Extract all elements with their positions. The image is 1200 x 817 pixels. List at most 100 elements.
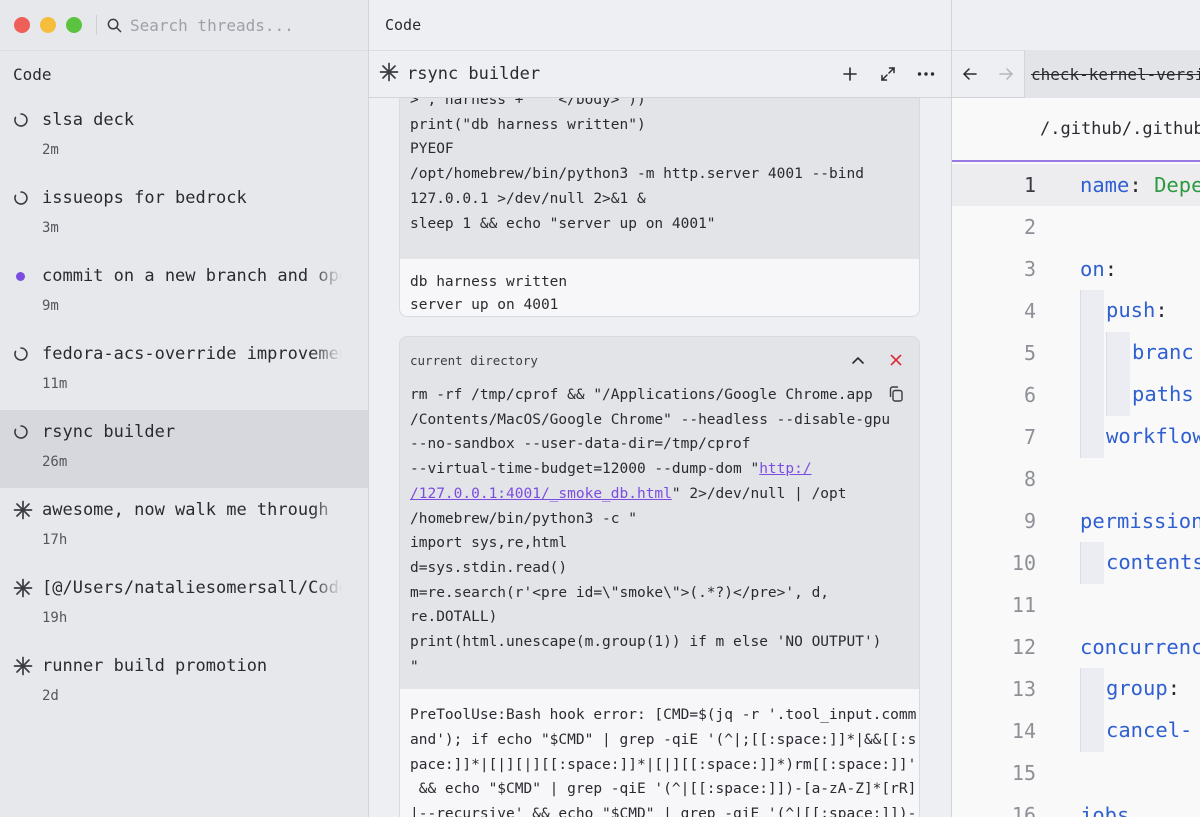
copy-button[interactable]	[887, 385, 907, 405]
editor-line: 14 cancel-	[952, 710, 1200, 752]
collapse-button[interactable]	[839, 345, 877, 375]
editor-line: 10 contents	[952, 542, 1200, 584]
thread-title: [@/Users/nataliesomersall/Code	[42, 578, 342, 598]
sparkle-icon	[13, 577, 35, 599]
editor-line: 6 paths	[952, 374, 1200, 416]
thread-time: 2d	[42, 688, 59, 704]
thread-time: 17h	[42, 532, 68, 548]
code-line: print(html.unescape(m.group(1)) if m els…	[410, 634, 882, 651]
thread-time: 11m	[42, 376, 68, 392]
thread-search[interactable]	[107, 11, 368, 39]
yaml-key: push	[1106, 298, 1156, 322]
file-viewer-topbar	[952, 0, 1200, 50]
yaml-key: on	[1080, 257, 1105, 281]
line-number: 3	[1023, 257, 1036, 281]
code-line: 127.0.0.1 >/dev/null 2>&1 &	[410, 190, 646, 207]
spinner-icon	[13, 109, 35, 131]
line-number: 8	[1023, 467, 1036, 491]
forward-button[interactable]	[988, 59, 1024, 89]
conversation-scroll[interactable]: >', harness + ' </body>')) print("db harn…	[369, 98, 952, 817]
more-options-button[interactable]	[907, 58, 945, 90]
spinner-icon	[13, 187, 35, 209]
yaml-key: cancel-	[1106, 718, 1193, 742]
command-output: db harness written server up on 4001	[400, 259, 919, 316]
thread-time: 2m	[42, 142, 59, 158]
code-line: m=re.search(r'<pre id=\"smoke\">(.*?)</p…	[410, 584, 830, 601]
editor-line: 15	[952, 752, 1200, 794]
sparkle-icon	[13, 655, 35, 677]
code-line: /127.0.0.1:4001/_smoke_db.html" 2>/dev/n…	[410, 482, 909, 507]
cancel-button[interactable]	[877, 345, 915, 375]
close-icon	[890, 354, 902, 366]
tool-call-card-active: current directory rm -rf /tmp/cprof && "…	[399, 336, 920, 817]
thread-item[interactable]: issueops for bedrock 3m	[0, 176, 368, 254]
code-editor[interactable]: 1 name: Depe 2 3 on: 4 push: 5 branc 6 paths …	[952, 164, 1200, 817]
thread-title: commit on a new branch and open	[42, 266, 342, 286]
conversation-panel: Code rsync builder >', harness + ' </bod…	[369, 0, 952, 817]
arrow-left-icon	[963, 68, 977, 80]
sparkle-icon	[13, 499, 35, 521]
line-number: 13	[1011, 677, 1036, 701]
unread-dot-icon	[13, 265, 35, 287]
editor-line: 3 on:	[952, 248, 1200, 290]
editor-line: 9 permission	[952, 500, 1200, 542]
copy-icon	[889, 386, 903, 402]
thread-item[interactable]: commit on a new branch and open 9m	[0, 254, 368, 332]
error-line: && echo "$CMD" | grep -qiE '(^|[[:space:…	[410, 781, 917, 798]
code-line: /opt/homebrew/bin/python3 -m http.server…	[410, 166, 864, 183]
yaml-key: workflow	[1106, 424, 1200, 448]
yaml-key: jobs	[1080, 803, 1130, 817]
zoom-window-button[interactable]	[66, 17, 82, 33]
close-window-button[interactable]	[14, 17, 30, 33]
thread-item[interactable]: slsa deck 2m	[0, 98, 368, 176]
line-number: 16	[1011, 803, 1036, 817]
url-link[interactable]: http:/	[759, 461, 811, 477]
line-number: 11	[1011, 593, 1036, 617]
section-title: Code	[0, 50, 368, 98]
thread-item[interactable]: fedora-acs-override improvements 11m	[0, 332, 368, 410]
expand-icon	[881, 67, 895, 81]
code-line: import sys,re,html	[410, 535, 568, 552]
thread-time: 9m	[42, 298, 59, 314]
spinner-icon	[13, 343, 35, 365]
thread-title: rsync builder	[42, 422, 176, 442]
editor-line: 5 branc	[952, 332, 1200, 374]
expand-button[interactable]	[869, 58, 907, 90]
command-code: >', harness + ' </body>')) print("db harn…	[400, 98, 919, 259]
output-line: db harness written	[410, 274, 568, 290]
yaml-key: paths	[1132, 382, 1194, 406]
thread-item[interactable]: [@/Users/nataliesomersall/Code 19h	[0, 566, 368, 644]
editor-line: 16 jobs	[952, 794, 1200, 817]
code-line: rm -rf /tmp/cprof && "/Applications/Goog…	[410, 387, 873, 403]
url-link[interactable]: /127.0.0.1:4001/_smoke_db.html	[410, 486, 672, 502]
line-number: 14	[1011, 719, 1036, 743]
thread-title: issueops for bedrock	[42, 188, 247, 208]
file-path: /.github/.github/workflows	[952, 98, 1200, 162]
error-line: |--recursive' && echo "$CMD" | grep -qiE…	[410, 806, 917, 817]
new-thread-button[interactable]	[831, 58, 869, 90]
thread-item-selected[interactable]: rsync builder 26m	[0, 410, 368, 488]
arrow-right-icon	[999, 68, 1013, 80]
editor-line: 2	[952, 206, 1200, 248]
thread-item[interactable]: awesome, now walk me through it 17h	[0, 488, 368, 566]
thread-time: 26m	[42, 454, 68, 470]
thread-item[interactable]: runner build promotion 2d	[0, 644, 368, 722]
back-button[interactable]	[952, 59, 988, 89]
code-line: >', harness + ' </body>'))	[410, 98, 646, 108]
output-line: server up on 4001	[410, 296, 559, 313]
editor-line: 8	[952, 458, 1200, 500]
tool-call-card: >', harness + ' </body>')) print("db harn…	[399, 98, 920, 317]
search-input[interactable]	[130, 15, 350, 35]
yaml-punct: :	[1104, 257, 1118, 281]
command-code: rm -rf /tmp/cprof && "/Applications/Goog…	[400, 383, 919, 689]
thread-header-title: rsync builder	[407, 64, 541, 84]
line-number: 7	[1023, 425, 1036, 449]
minimize-window-button[interactable]	[40, 17, 56, 33]
file-tab[interactable]: check-kernel-version.yml	[1024, 50, 1200, 98]
window-titlebar	[0, 0, 368, 50]
code-line: re.DOTALL)	[410, 609, 498, 626]
code-line: /homebrew/bin/python3 -c "	[410, 510, 637, 527]
yaml-key: branc	[1132, 340, 1194, 364]
titlebar-divider	[96, 15, 97, 35]
card-header: current directory	[400, 337, 919, 383]
